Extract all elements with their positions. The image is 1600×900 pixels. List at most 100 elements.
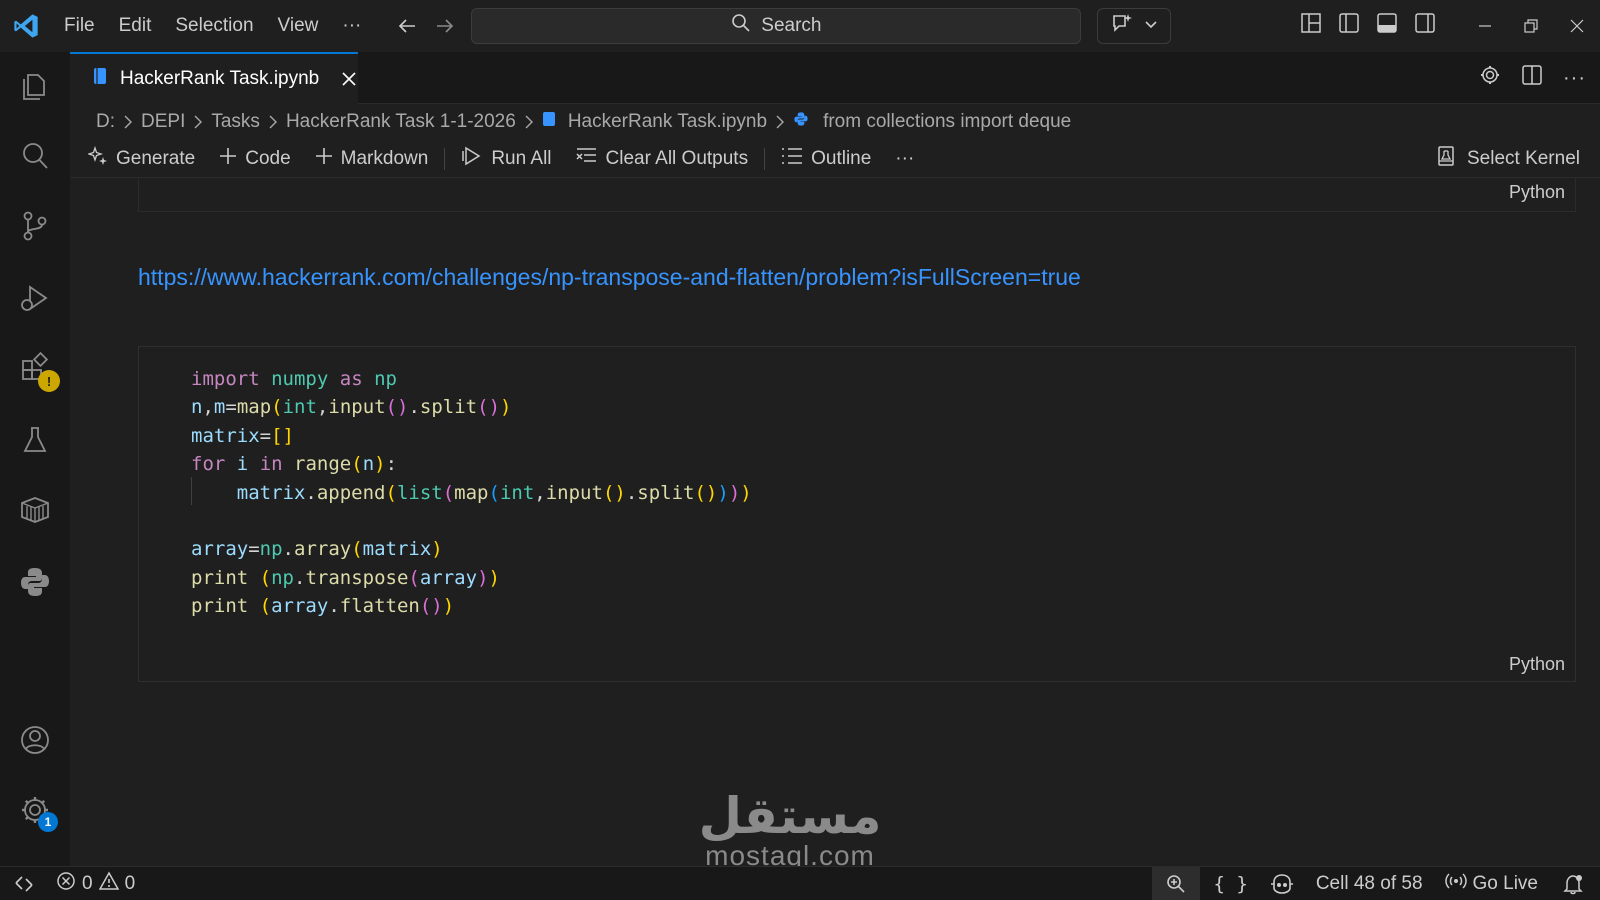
- tab-label: HackerRank Task.ipynb: [120, 68, 320, 89]
- notebook-file-icon: [542, 111, 556, 133]
- problems-indicator[interactable]: 0 0: [48, 867, 143, 900]
- go-live-button[interactable]: Go Live: [1437, 867, 1546, 900]
- chevron-right-icon: [775, 115, 785, 129]
- plus-icon: [219, 147, 237, 171]
- back-arrow-icon[interactable]: [395, 14, 419, 38]
- braces-icon[interactable]: { }: [1200, 867, 1262, 900]
- python-icon[interactable]: [0, 552, 70, 612]
- menu-bar: File Edit Selection View ···: [52, 0, 373, 52]
- manage-gear-icon[interactable]: 1: [0, 780, 70, 840]
- remote-indicator-icon[interactable]: [0, 867, 48, 900]
- extensions-icon[interactable]: !: [0, 338, 70, 398]
- menu-selection[interactable]: Selection: [163, 0, 265, 52]
- notebook-file-icon: [92, 67, 108, 91]
- cell-position-indicator[interactable]: Cell 48 of 58: [1302, 867, 1437, 900]
- menu-more[interactable]: ···: [330, 0, 373, 52]
- warning-count: 0: [124, 872, 136, 894]
- code-line: for i in range(n):: [191, 453, 398, 476]
- search-icon: [731, 13, 751, 39]
- previous-code-cell[interactable]: Python: [138, 178, 1576, 212]
- testing-flask-icon[interactable]: [0, 410, 70, 470]
- markdown-label: Markdown: [340, 147, 429, 169]
- error-icon: [56, 871, 76, 897]
- outline-label: Outline: [811, 147, 872, 169]
- restore-icon[interactable]: [1508, 0, 1554, 52]
- sparkle-icon: [86, 145, 108, 172]
- run-all-icon: [461, 145, 483, 173]
- toolbar-divider: [764, 147, 766, 170]
- toolbar-more-button[interactable]: ···: [883, 140, 926, 178]
- watermark-arabic: مستقل: [698, 787, 882, 845]
- code-label: Code: [245, 147, 291, 169]
- breadcrumb-item[interactable]: from collections import deque: [823, 111, 1071, 133]
- copilot-status-icon[interactable]: [1262, 867, 1302, 900]
- accounts-icon[interactable]: [0, 710, 70, 770]
- select-kernel-button[interactable]: Select Kernel: [1435, 140, 1580, 178]
- run-all-label: Run All: [491, 147, 552, 169]
- notebook-toolbar: Generate Code Markdown Run All Clear All…: [70, 140, 1600, 178]
- menu-view[interactable]: View: [266, 0, 331, 52]
- notebook-settings-gear-icon[interactable]: [1479, 64, 1501, 92]
- run-debug-icon[interactable]: [0, 268, 70, 328]
- toggle-primary-sidebar-icon[interactable]: [1338, 12, 1360, 40]
- warning-badge-icon: !: [38, 370, 60, 392]
- plus-icon: [315, 147, 333, 171]
- containers-icon[interactable]: [0, 480, 70, 540]
- chat-sparkle-icon: [1110, 11, 1134, 41]
- notifications-bell-icon[interactable]: [1546, 867, 1600, 900]
- toggle-secondary-sidebar-icon[interactable]: [1414, 12, 1436, 40]
- chevron-down-icon: [1144, 15, 1158, 37]
- broadcast-icon: [1444, 871, 1467, 897]
- tab-hackerrank-notebook[interactable]: HackerRank Task.ipynb: [70, 52, 358, 104]
- split-editor-icon[interactable]: [1521, 64, 1543, 92]
- breadcrumb-item[interactable]: HackerRank Task.ipynb: [568, 111, 767, 133]
- mostaql-watermark: مستقل mostaql.com: [690, 790, 890, 870]
- search-label: Search: [761, 15, 822, 36]
- minimize-icon[interactable]: [1462, 0, 1508, 52]
- code-editor[interactable]: import numpy as np n,m=map(int,input().sp…: [191, 365, 752, 621]
- markdown-cell-link[interactable]: https://www.hackerrank.com/challenges/np…: [138, 264, 1081, 291]
- status-bar: 0 0 { } Cell 48 of 58 Go Live: [0, 866, 1600, 900]
- code-line: array=np.array(matrix): [191, 538, 443, 561]
- code-line: print (array.flatten()): [191, 595, 455, 618]
- menu-file[interactable]: File: [52, 0, 107, 52]
- warning-icon: [98, 870, 119, 897]
- code-line: matrix.append(list(map(int,input().split…: [236, 481, 752, 504]
- close-window-icon[interactable]: [1554, 0, 1600, 52]
- cell-language-label[interactable]: Python: [1509, 654, 1565, 675]
- generate-button[interactable]: Generate: [70, 140, 207, 178]
- outline-button[interactable]: Outline: [769, 140, 883, 178]
- breadcrumb-item[interactable]: Tasks: [211, 111, 260, 133]
- search-view-icon[interactable]: [0, 126, 70, 186]
- more-actions-icon[interactable]: ···: [1563, 67, 1586, 90]
- cell-language-label[interactable]: Python: [1509, 182, 1565, 203]
- add-code-cell-button[interactable]: Code: [207, 140, 302, 178]
- breadcrumb-item[interactable]: DEPI: [141, 111, 185, 133]
- customize-layout-icon[interactable]: [1300, 12, 1322, 40]
- explorer-icon[interactable]: [0, 56, 70, 116]
- close-icon[interactable]: [341, 71, 357, 87]
- clear-all-outputs-button[interactable]: Clear All Outputs: [564, 140, 761, 178]
- breadcrumb-item[interactable]: D:: [96, 111, 115, 133]
- command-center-search[interactable]: Search: [471, 8, 1082, 44]
- error-count: 0: [82, 872, 93, 894]
- toggle-panel-icon[interactable]: [1376, 12, 1398, 40]
- notebook-editor: Python https://www.hackerrank.com/challe…: [70, 178, 1600, 866]
- chevron-right-icon: [193, 115, 203, 129]
- chevron-right-icon: [524, 115, 534, 129]
- breadcrumb-item[interactable]: HackerRank Task 1-1-2026: [286, 111, 516, 133]
- clear-all-outputs-label: Clear All Outputs: [605, 147, 749, 169]
- chevron-right-icon: [123, 115, 133, 129]
- chevron-right-icon: [268, 115, 278, 129]
- toolbar-divider: [444, 147, 446, 170]
- code-cell[interactable]: import numpy as np n,m=map(int,input().sp…: [138, 346, 1576, 682]
- menu-edit[interactable]: Edit: [107, 0, 164, 52]
- forward-arrow-icon[interactable]: [433, 14, 457, 38]
- copilot-chat-button[interactable]: [1097, 8, 1172, 44]
- run-all-button[interactable]: Run All: [449, 140, 563, 178]
- zoom-icon[interactable]: [1151, 867, 1200, 900]
- add-markdown-cell-button[interactable]: Markdown: [303, 140, 441, 178]
- list-icon: [781, 146, 803, 172]
- source-control-icon[interactable]: [0, 196, 70, 256]
